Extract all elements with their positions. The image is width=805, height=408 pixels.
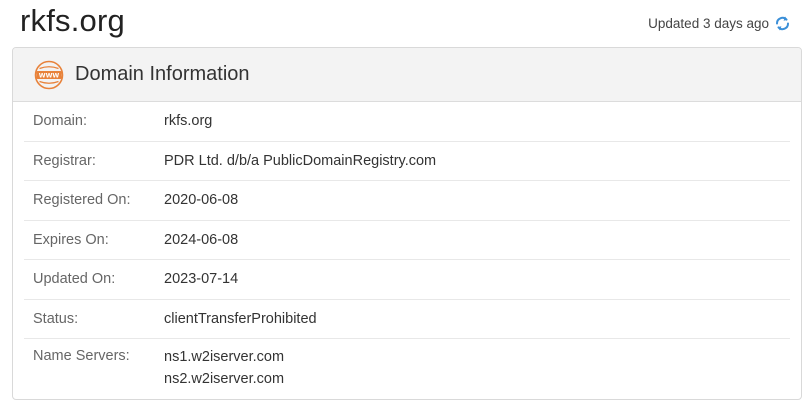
domain-info-table: Domain: rkfs.org Registrar: PDR Ltd. d/b… <box>13 102 801 390</box>
updated-status: Updated 3 days ago <box>648 15 791 32</box>
row-value: 2020-06-08 <box>164 192 239 209</box>
row-label: Domain: <box>33 113 87 130</box>
row-label: Registrar: <box>33 152 96 169</box>
row-registrar: Registrar: PDR Ltd. d/b/a PublicDomainRe… <box>24 142 790 181</box>
row-updated-on: Updated On: 2023-07-14 <box>24 260 790 300</box>
row-value: 2024-06-08 <box>164 231 239 248</box>
page-header: rkfs.org Updated 3 days ago <box>0 0 805 46</box>
name-server-list: ns1.w2iserver.com ns2.w2iserver.com <box>164 346 284 390</box>
row-registered-on: Registered On: 2020-06-08 <box>24 181 790 221</box>
row-value: 2023-07-14 <box>164 271 239 288</box>
updated-text: Updated 3 days ago <box>648 16 769 31</box>
row-value: clientTransferProhibited <box>164 310 317 327</box>
row-label: Expires On: <box>33 231 109 248</box>
refresh-icon[interactable] <box>774 15 791 32</box>
row-label: Status: <box>33 310 79 327</box>
row-label: Name Servers: <box>33 348 130 364</box>
row-label: Updated On: <box>33 271 116 288</box>
row-label: Registered On: <box>33 192 131 209</box>
row-domain: Domain: rkfs.org <box>24 102 790 142</box>
card-title: Domain Information <box>75 63 250 85</box>
row-value: PDR Ltd. d/b/a PublicDomainRegistry.com <box>164 152 437 169</box>
row-value: rkfs.org <box>164 113 213 130</box>
page-title: rkfs.org <box>20 3 125 38</box>
row-status: Status: clientTransferProhibited <box>24 300 790 339</box>
row-name-servers: Name Servers: ns1.w2iserver.com ns2.w2is… <box>24 339 790 390</box>
card-header: WWW Domain Information <box>13 48 801 102</box>
name-server: ns1.w2iserver.com <box>164 349 285 365</box>
row-expires-on: Expires On: 2024-06-08 <box>24 221 790 260</box>
name-server: ns2.w2iserver.com <box>164 371 285 387</box>
www-icon: WWW <box>34 60 64 90</box>
domain-info-card: WWW Domain Information Domain: rkfs.org … <box>12 47 802 400</box>
svg-text:WWW: WWW <box>39 72 60 79</box>
